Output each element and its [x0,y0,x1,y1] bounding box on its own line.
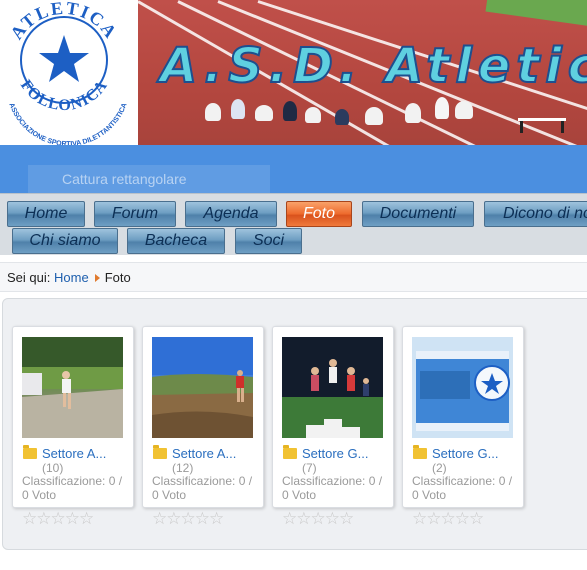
menu-tab-foto[interactable]: Foto [286,201,352,227]
grass-strip [485,0,587,29]
folder-icon [23,445,37,459]
rating-stars-icon[interactable]: ☆☆☆☆☆ [22,509,94,529]
club-logo[interactable]: ATLETICA FOLLONICA ASSOCIAZIONE SPORTIVA… [0,0,138,145]
album-thumbnail[interactable] [282,337,383,438]
menu-tab-soci[interactable]: Soci [235,228,302,254]
folder-icon [153,445,167,459]
album-thumbnail[interactable] [152,337,253,438]
album-rating: Classificazione: 0 / 0 Voto [22,474,123,502]
album-rating: Classificazione: 0 / 0 Voto [412,474,513,502]
site-title: A.S.D. Atletic [159,37,587,95]
main-menu: Home Forum Agenda Foto Documenti Dicono … [0,193,587,255]
album-photo-count: (7) [302,461,317,475]
breadcrumb: Sei qui: Home Foto [0,262,587,292]
album-photo-count: (10) [42,461,64,475]
menu-tab-agenda[interactable]: Agenda [185,201,277,227]
album-rating: Classificazione: 0 / 0 Voto [282,474,383,502]
site-header: ATLETICA FOLLONICA ASSOCIAZIONE SPORTIVA… [0,0,587,145]
album-thumbnail[interactable] [412,337,513,438]
field-photo [152,337,253,438]
rating-stars-icon[interactable]: ☆☆☆☆☆ [152,509,224,529]
rating-stars-icon[interactable]: ☆☆☆☆☆ [282,509,354,529]
folder-icon [283,445,297,459]
album-thumbnail[interactable] [22,337,123,438]
album-card[interactable]: Settore G... (7) Classificazione: 0 / 0 … [272,326,394,528]
club-logo-emblem: ATLETICA FOLLONICA ASSOCIAZIONE SPORTIVA… [6,0,128,145]
album-title[interactable]: Settore G... [432,446,498,461]
album-photo-count: (2) [432,461,447,475]
album-card[interactable]: Settore A... (10) Classificazione: 0 / 0… [12,326,134,528]
svg-text:FOLLONICA: FOLLONICA [17,77,111,114]
menu-tab-documenti[interactable]: Documenti [362,201,474,227]
runner-photo [22,337,123,438]
breadcrumb-arrow-icon [94,274,100,282]
breadcrumb-prefix: Sei qui: [7,270,51,285]
album-title[interactable]: Settore A... [172,446,236,461]
menu-tab-dicono-di-noi[interactable]: Dicono di noi [484,201,587,227]
album-title[interactable]: Settore G... [302,446,368,461]
menu-tab-forum[interactable]: Forum [94,201,176,227]
menu-tab-home[interactable]: Home [7,201,85,227]
logo-bottom-text: FOLLONICA [17,77,110,114]
rating-stars-icon[interactable]: ☆☆☆☆☆ [412,509,484,529]
screen-capture-overlay: Cattura rettangolare [28,165,270,193]
menu-tab-chi-siamo[interactable]: Chi siamo [12,228,118,254]
hurdle [518,118,566,133]
breadcrumb-home-link[interactable]: Home [54,270,89,285]
album-card[interactable]: Settore A... (12) Classificazione: 0 / 0… [142,326,264,528]
album-photo-count: (12) [172,461,194,475]
cake-photo [412,337,513,438]
podium-photo [282,337,383,438]
album-rating: Classificazione: 0 / 0 Voto [152,474,253,502]
breadcrumb-current: Foto [104,270,131,285]
menu-tab-bacheca[interactable]: Bacheca [127,228,225,254]
folder-icon [413,445,427,459]
album-card[interactable]: Settore G... (2) Classificazione: 0 / 0 … [402,326,524,528]
album-title[interactable]: Settore A... [42,446,106,461]
